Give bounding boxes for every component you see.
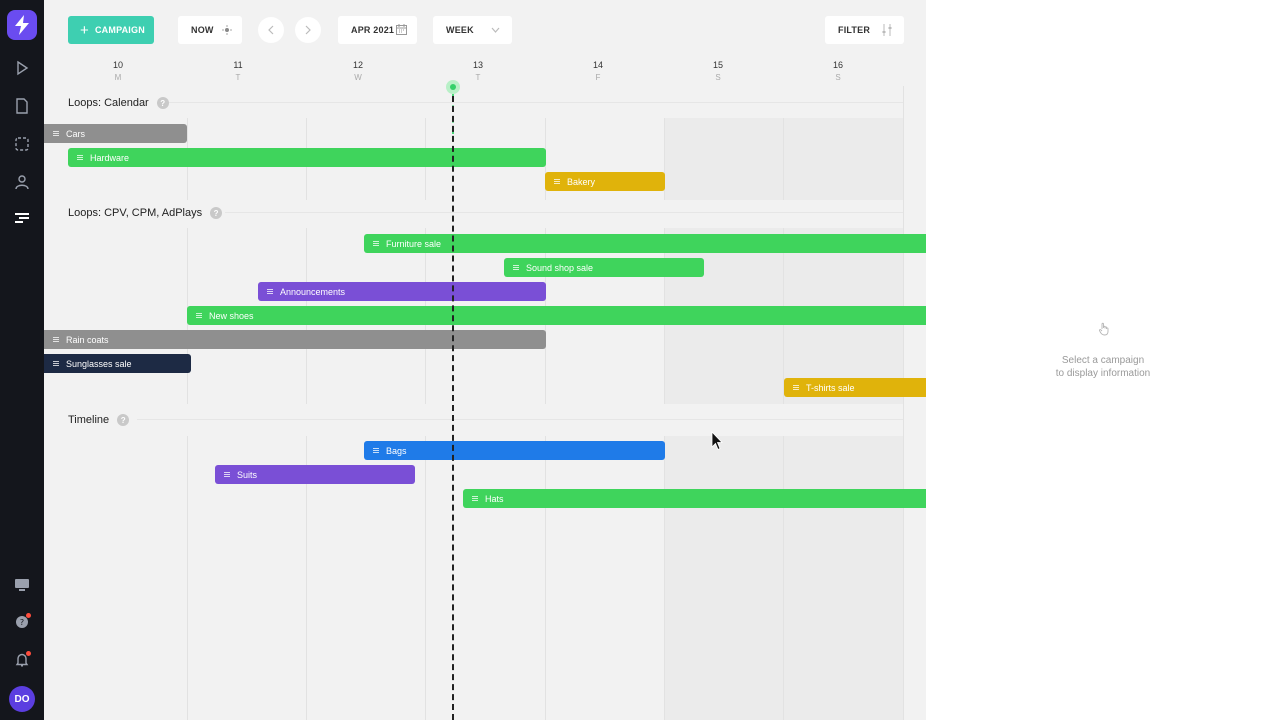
day-header: 16 S <box>832 60 843 82</box>
bell-icon[interactable] <box>12 650 32 670</box>
drag-handle-icon[interactable] <box>53 337 59 342</box>
empty-state-message: Select a campaign to display information <box>1055 355 1151 379</box>
day-header: 15 S <box>712 60 723 82</box>
now-button[interactable]: NOW <box>178 16 242 44</box>
calendar-icon <box>396 24 407 35</box>
chevron-left-icon <box>268 25 274 35</box>
campaign-bar-hats[interactable]: Hats <box>463 489 926 508</box>
campaign-bar-hardware[interactable]: Hardware <box>68 148 546 167</box>
previous-week-button[interactable] <box>258 17 284 43</box>
drag-handle-icon[interactable] <box>472 496 478 501</box>
view-label: WEEK <box>446 25 474 35</box>
calendar-grid <box>67 86 926 720</box>
day-header: 11 T <box>233 60 243 82</box>
avatar[interactable]: DO <box>9 686 35 712</box>
help-icon[interactable]: ? <box>210 207 223 219</box>
month-picker[interactable]: APR 2021 <box>338 16 417 44</box>
target-icon <box>222 25 232 35</box>
logo-bolt-icon[interactable] <box>7 10 37 40</box>
campaign-bar-sunglasses-sale[interactable]: Sunglasses sale <box>44 354 191 373</box>
day-header: 13 T <box>472 60 483 82</box>
drag-handle-icon[interactable] <box>196 313 202 318</box>
drag-handle-icon[interactable] <box>554 179 560 184</box>
drag-handle-icon[interactable] <box>267 289 273 294</box>
svg-text:?: ? <box>20 618 24 627</box>
view-select[interactable]: WEEK <box>433 16 512 44</box>
pointer-hand-icon <box>1099 322 1109 336</box>
help-icon[interactable]: ? <box>156 97 169 109</box>
campaign-bar-t-shirts-sale[interactable]: T-shirts sale <box>784 378 926 397</box>
help-icon[interactable]: ? <box>117 414 130 426</box>
campaign-bar-new-shoes[interactable]: New shoes <box>187 306 926 325</box>
chevron-right-icon <box>305 25 311 35</box>
filter-label: FILTER <box>838 25 871 35</box>
add-campaign-button[interactable]: + CAMPAIGN <box>68 16 154 44</box>
day-header: 10 M <box>112 60 123 82</box>
now-indicator-dot[interactable] <box>446 80 460 94</box>
day-header: 14 F <box>592 60 603 82</box>
filter-button[interactable]: FILTER <box>825 16 904 44</box>
drag-handle-icon[interactable] <box>224 472 230 477</box>
section-title-loops-cpv: Loops: CPV, CPM, AdPlays ? <box>68 207 223 219</box>
mouse-cursor-icon <box>711 431 723 451</box>
drag-handle-icon[interactable] <box>373 448 379 453</box>
notification-dot <box>26 613 31 618</box>
now-indicator-line <box>452 96 454 720</box>
day-header: 12 W <box>352 60 363 82</box>
drag-handle-icon[interactable] <box>53 361 59 366</box>
drag-handle-icon[interactable] <box>793 385 799 390</box>
campaign-bar-rain-coats[interactable]: Rain coats <box>44 330 546 349</box>
document-icon[interactable] <box>12 96 32 116</box>
section-title-timeline: Timeline ? <box>68 414 130 426</box>
user-icon[interactable] <box>12 172 32 192</box>
add-campaign-label: CAMPAIGN <box>94 25 145 35</box>
sliders-icon <box>882 24 892 36</box>
play-icon[interactable] <box>12 58 32 78</box>
selection-icon[interactable] <box>12 134 32 154</box>
campaign-bar-cars[interactable]: Cars <box>44 124 187 143</box>
campaign-bar-announcements[interactable]: Announcements <box>258 282 546 301</box>
campaign-bar-sound-shop-sale[interactable]: Sound shop sale <box>504 258 704 277</box>
campaign-bar-suits[interactable]: Suits <box>215 465 415 484</box>
section-title-loops-calendar: Loops: Calendar ? <box>68 97 169 109</box>
drag-handle-icon[interactable] <box>513 265 519 270</box>
monitor-icon[interactable] <box>12 575 32 595</box>
drag-handle-icon[interactable] <box>373 241 379 246</box>
drag-handle-icon[interactable] <box>53 131 59 136</box>
notification-dot <box>26 651 31 656</box>
next-week-button[interactable] <box>295 17 321 43</box>
sidebar: ? DO <box>0 0 44 720</box>
help-center-icon[interactable]: ? <box>12 612 32 632</box>
campaign-bar-bakery[interactable]: Bakery <box>545 172 665 191</box>
chevron-down-icon <box>491 27 500 33</box>
now-label: NOW <box>191 25 214 35</box>
timeline-icon[interactable] <box>12 208 32 228</box>
campaign-bar-bags[interactable]: Bags <box>364 441 665 460</box>
month-label: APR 2021 <box>351 25 395 35</box>
plus-icon: + <box>80 21 89 39</box>
drag-handle-icon[interactable] <box>77 155 83 160</box>
info-panel: Select a campaign to display information <box>926 0 1280 720</box>
campaign-bar-furniture-sale[interactable]: Furniture sale <box>364 234 926 253</box>
